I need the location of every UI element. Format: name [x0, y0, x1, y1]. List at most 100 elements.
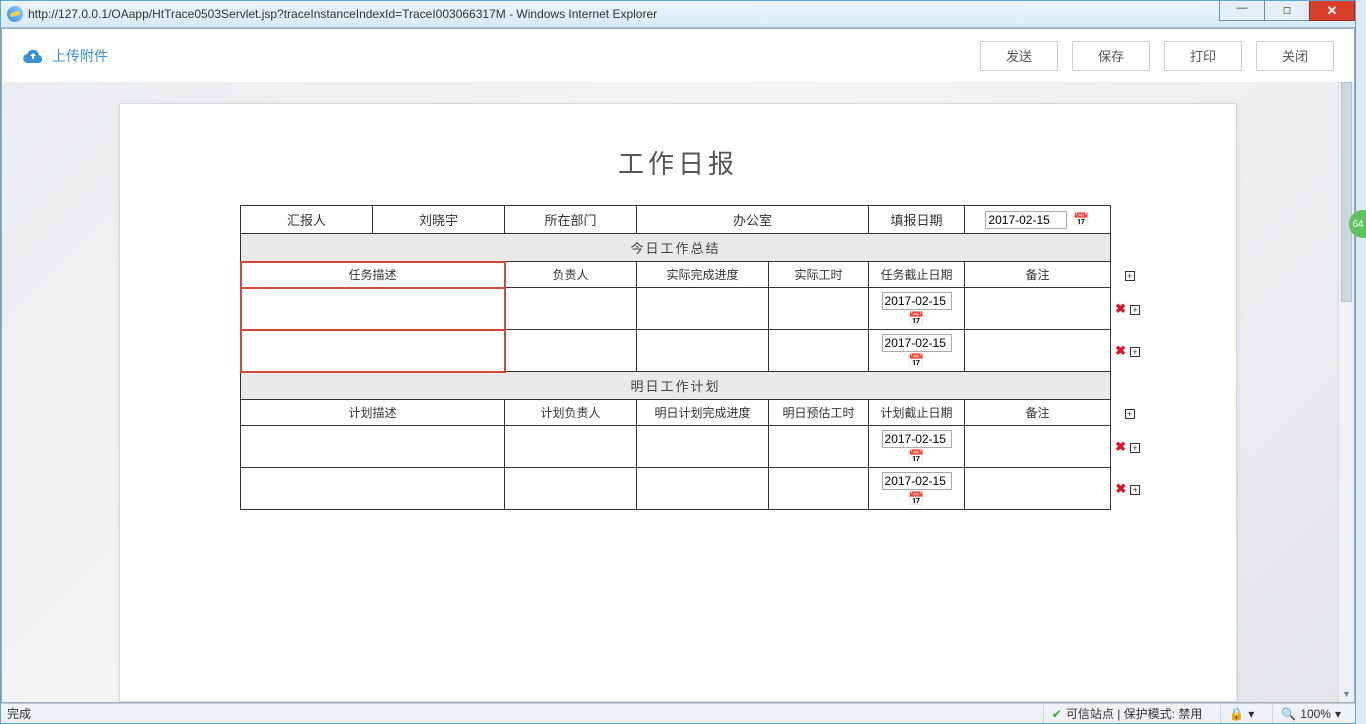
send-button[interactable]: 发送: [980, 41, 1058, 71]
calendar-icon[interactable]: 📅: [908, 492, 924, 505]
vertical-scrollbar[interactable]: ▲ ▼: [1338, 82, 1354, 702]
today-hours-cell[interactable]: [769, 330, 869, 372]
add-icon[interactable]: +: [1125, 409, 1135, 419]
tomorrow-desc-cell[interactable]: [241, 426, 505, 468]
reporter-label: 汇报人: [241, 206, 373, 234]
today-owner-input[interactable]: [509, 344, 632, 358]
today-progress-cell[interactable]: [637, 330, 769, 372]
tomorrow-col-deadline: 计划截止日期: [869, 400, 965, 426]
today-hours-input[interactable]: [773, 302, 864, 316]
filldate-input[interactable]: [985, 211, 1067, 229]
tomorrow-col-remark: 备注: [965, 400, 1111, 426]
today-desc-cell[interactable]: [241, 288, 505, 330]
minimize-button[interactable]: —: [1219, 1, 1265, 21]
delete-row-icon[interactable]: ✖: [1115, 343, 1126, 358]
tomorrow-hours-cell[interactable]: [769, 426, 869, 468]
security-dropdown[interactable]: 🔒▾: [1220, 705, 1262, 723]
tomorrow-deadline-cell: 📅: [869, 468, 965, 510]
today-row: 📅✖+: [241, 330, 1145, 372]
today-desc-input[interactable]: [245, 302, 500, 316]
today-col-progress: 实际完成进度: [637, 262, 769, 288]
today-remark-input[interactable]: [969, 344, 1106, 358]
tomorrow-owner-input[interactable]: [509, 482, 632, 496]
save-button[interactable]: 保存: [1072, 41, 1150, 71]
ie-icon: [7, 6, 23, 22]
today-remark-cell[interactable]: [965, 330, 1111, 372]
add-row-icon[interactable]: +: [1130, 485, 1140, 495]
tomorrow-remark-input[interactable]: [969, 440, 1106, 454]
tomorrow-add-column: +: [1111, 400, 1145, 426]
today-col-hours: 实际工时: [769, 262, 869, 288]
add-icon[interactable]: +: [1125, 271, 1135, 281]
tomorrow-owner-input[interactable]: [509, 440, 632, 454]
today-owner-input[interactable]: [509, 302, 632, 316]
tomorrow-hours-cell[interactable]: [769, 468, 869, 510]
today-progress-input[interactable]: [641, 302, 764, 316]
tomorrow-col-hours: 明日预估工时: [769, 400, 869, 426]
report-form: 汇报人 刘晓宇 所在部门 办公室 填报日期 📅: [240, 205, 1145, 510]
maximize-button[interactable]: ◻: [1264, 1, 1310, 21]
today-remark-input[interactable]: [969, 302, 1106, 316]
calendar-icon[interactable]: 📅: [908, 354, 924, 367]
calendar-icon[interactable]: 📅: [1073, 213, 1089, 226]
tomorrow-progress-cell[interactable]: [637, 426, 769, 468]
today-owner-cell[interactable]: [505, 288, 637, 330]
print-button[interactable]: 打印: [1164, 41, 1242, 71]
today-deadline-input[interactable]: [882, 292, 952, 310]
close-button[interactable]: ✕: [1309, 1, 1355, 21]
calendar-icon[interactable]: 📅: [908, 450, 924, 463]
today-deadline-cell: 📅: [869, 330, 965, 372]
today-col-desc: 任务描述: [241, 262, 505, 288]
tomorrow-progress-cell[interactable]: [637, 468, 769, 510]
today-hours-input[interactable]: [773, 344, 864, 358]
tomorrow-hours-input[interactable]: [773, 440, 864, 454]
today-row: 📅 ✖ +: [241, 288, 1145, 330]
zoom-control[interactable]: 🔍 100% ▾: [1272, 705, 1349, 723]
tomorrow-owner-cell[interactable]: [505, 426, 637, 468]
tomorrow-desc-input[interactable]: [245, 482, 500, 496]
today-progress-input[interactable]: [641, 344, 764, 358]
delete-row-icon[interactable]: ✖: [1115, 439, 1126, 454]
tomorrow-desc-input[interactable]: [245, 440, 500, 454]
tomorrow-owner-cell[interactable]: [505, 468, 637, 510]
today-deadline-input[interactable]: [882, 334, 952, 352]
today-col-owner: 负责人: [505, 262, 637, 288]
header-row: 汇报人 刘晓宇 所在部门 办公室 填报日期 📅: [241, 206, 1145, 234]
today-progress-cell[interactable]: [637, 288, 769, 330]
page-scroll[interactable]: 工作日报 汇报人 刘晓宇 所在部门 办公室 填报日期: [2, 83, 1354, 702]
add-row-icon[interactable]: +: [1130, 443, 1140, 453]
tomorrow-deadline-input[interactable]: [882, 472, 952, 490]
tomorrow-remark-cell[interactable]: [965, 426, 1111, 468]
today-hours-cell[interactable]: [769, 288, 869, 330]
dept-label: 所在部门: [505, 206, 637, 234]
delete-row-icon[interactable]: ✖: [1115, 481, 1126, 496]
tomorrow-row-tools: ✖+: [1111, 468, 1145, 510]
calendar-icon[interactable]: 📅: [908, 312, 924, 325]
tomorrow-hours-input[interactable]: [773, 482, 864, 496]
tomorrow-remark-input[interactable]: [969, 482, 1106, 496]
browser-window: http://127.0.0.1/OAapp/HtTrace0503Servle…: [0, 0, 1356, 724]
add-row-icon[interactable]: +: [1130, 305, 1140, 315]
tomorrow-progress-input[interactable]: [641, 440, 764, 454]
scroll-down-icon[interactable]: ▼: [1339, 686, 1354, 702]
close-page-button[interactable]: 关闭: [1256, 41, 1334, 71]
upload-label: 上传附件: [52, 46, 108, 66]
tomorrow-desc-cell[interactable]: [241, 468, 505, 510]
today-desc-input[interactable]: [245, 344, 500, 358]
delete-row-icon[interactable]: ✖: [1115, 301, 1126, 316]
add-row-icon[interactable]: +: [1130, 347, 1140, 357]
today-desc-cell[interactable]: [241, 330, 505, 372]
today-owner-cell[interactable]: [505, 330, 637, 372]
upload-attachment-button[interactable]: 上传附件: [22, 46, 108, 66]
header-tools: [1111, 206, 1145, 234]
tomorrow-col-desc: 计划描述: [241, 400, 505, 426]
today-remark-cell[interactable]: [965, 288, 1111, 330]
today-row-tools: ✖+: [1111, 330, 1145, 372]
tomorrow-remark-cell[interactable]: [965, 468, 1111, 510]
tomorrow-deadline-input[interactable]: [882, 430, 952, 448]
tomorrow-row: 📅✖+: [241, 468, 1145, 510]
scrollbar-thumb[interactable]: [1341, 82, 1352, 302]
tomorrow-progress-input[interactable]: [641, 482, 764, 496]
action-buttons: 发送 保存 打印 关闭: [980, 41, 1334, 71]
page-toolbar: 上传附件 发送 保存 打印 关闭: [2, 29, 1354, 83]
